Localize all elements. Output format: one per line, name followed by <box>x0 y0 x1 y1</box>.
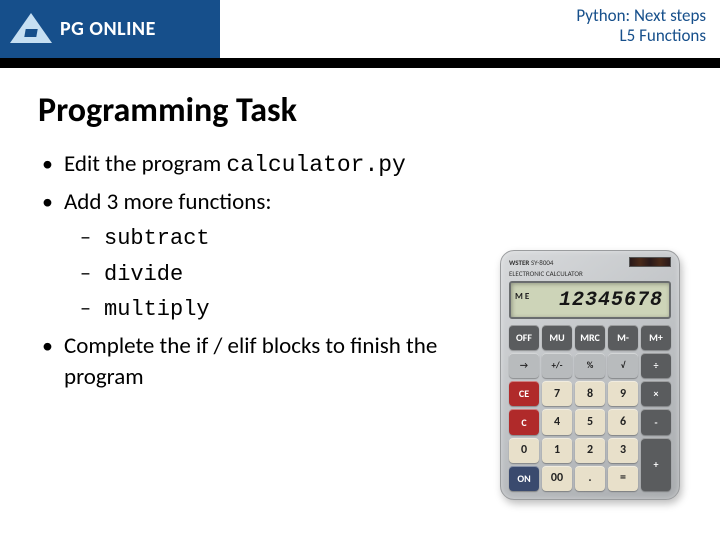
calc-brand: WSTER SY-8004 <box>509 258 553 267</box>
logo-text: PG ONLINE <box>60 17 156 41</box>
lesson-name: L5 Functions <box>576 26 706 46</box>
calc-key: MRC <box>575 325 605 350</box>
calc-key: + <box>641 438 671 491</box>
calc-keypad: OFF MU MRC M- M+ → +/- % √ ÷ CE 7 8 9 × … <box>509 325 671 491</box>
solar-panel-icon <box>629 257 671 267</box>
calc-key: % <box>575 353 605 378</box>
calc-key: ON <box>509 466 539 491</box>
code-filename: calculator.py <box>226 152 405 178</box>
calc-key: OFF <box>509 325 539 350</box>
calc-key: × <box>641 381 671 406</box>
calc-key: MU <box>542 325 572 350</box>
calc-key: +/- <box>542 353 572 378</box>
course-name: Python: Next steps <box>576 6 706 26</box>
lcd-digits: 12345678 <box>559 289 663 312</box>
calc-subtitle: ELECTRONIC CALCULATOR <box>509 269 671 278</box>
slide-title: Programming Task <box>38 90 682 131</box>
logo-block: PG ONLINE <box>0 0 220 58</box>
calc-key: 7 <box>542 381 572 406</box>
calc-key: 5 <box>575 409 605 434</box>
divider-strip <box>0 58 720 68</box>
calc-key: 2 <box>575 438 605 463</box>
list-item: Complete the if / elif blocks to finish … <box>38 331 448 393</box>
calc-key: - <box>641 409 671 434</box>
calc-key: = <box>608 466 638 491</box>
calc-lcd: M E 12345678 <box>509 281 671 319</box>
calc-key: 3 <box>608 438 638 463</box>
calc-key: 00 <box>542 466 572 491</box>
list-item: Edit the program calculator.py <box>38 149 682 181</box>
calc-key: 8 <box>575 381 605 406</box>
calc-key: 4 <box>542 409 572 434</box>
calc-key: 1 <box>542 438 572 463</box>
lcd-indicator: M E <box>515 291 529 302</box>
calc-key: 6 <box>608 409 638 434</box>
header-meta: Python: Next steps L5 Functions <box>576 6 706 47</box>
slide-header: PG ONLINE Python: Next steps L5 Function… <box>0 0 720 58</box>
calc-key: M- <box>608 325 638 350</box>
calc-key: M+ <box>641 325 671 350</box>
calc-key: → <box>509 353 539 378</box>
calc-key: 0 <box>509 438 539 463</box>
calc-key: ÷ <box>641 353 671 378</box>
calc-key: CE <box>509 381 539 406</box>
calculator-image: WSTER SY-8004 ELECTRONIC CALCULATOR M E … <box>500 250 680 500</box>
calc-key: . <box>575 466 605 491</box>
calc-key: √ <box>608 353 638 378</box>
logo-icon <box>10 13 52 45</box>
calc-key: C <box>509 409 539 434</box>
calc-key: 9 <box>608 381 638 406</box>
